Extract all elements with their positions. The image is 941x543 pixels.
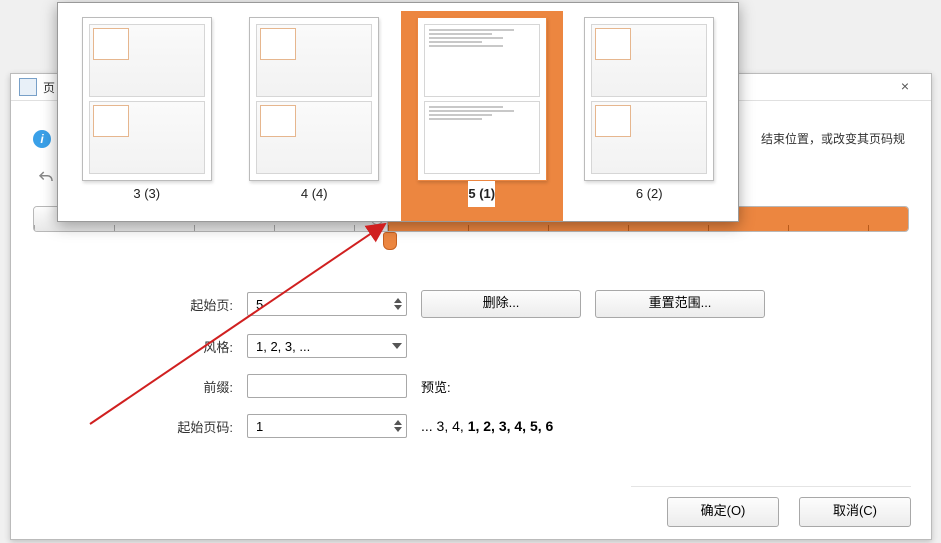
thumbnail-caption: 5 (1)	[468, 181, 495, 207]
start-number-value: 1	[256, 419, 263, 434]
thumbnail-item[interactable]: 4 (4)	[234, 11, 396, 221]
prefix-label: 前缀:	[33, 377, 233, 396]
prefix-input[interactable]	[247, 374, 407, 398]
ok-button[interactable]: 确定(O)	[667, 497, 779, 527]
thumbnail-row: 3 (3) 4 (4) 5 (1) 6 (2)	[58, 3, 738, 221]
cancel-button[interactable]: 取消(C)	[799, 497, 911, 527]
info-icon: i	[33, 130, 51, 148]
start-page-label: 起始页:	[33, 295, 233, 314]
thumbnail-popup: 3 (3) 4 (4) 5 (1) 6 (2)	[57, 2, 739, 222]
thumbnail-item[interactable]: 6 (2)	[569, 11, 731, 221]
thumbnail-page	[249, 17, 379, 181]
chevron-up-icon[interactable]	[394, 420, 402, 425]
preview-prefix-text: ... 3, 4,	[421, 418, 468, 434]
preview-label: 预览:	[421, 377, 581, 396]
chevron-down-icon[interactable]	[394, 305, 402, 310]
delete-button[interactable]: 删除...	[421, 290, 581, 318]
start-page-value: 5	[256, 297, 263, 312]
thumbnail-item[interactable]: 3 (3)	[66, 11, 228, 221]
start-number-input[interactable]: 1	[247, 414, 407, 438]
app-icon	[19, 78, 37, 96]
handle-pin-icon	[383, 232, 397, 250]
chevron-down-icon[interactable]	[392, 343, 402, 349]
style-combo[interactable]: 1, 2, 3, ...	[247, 334, 407, 358]
thumbnail-caption: 3 (3)	[133, 181, 160, 207]
style-value: 1, 2, 3, ...	[256, 339, 310, 354]
start-number-label: 起始页码:	[33, 417, 233, 436]
undo-icon[interactable]	[37, 169, 55, 187]
chevron-up-icon[interactable]	[394, 298, 402, 303]
thumbnail-caption: 6 (2)	[636, 181, 663, 207]
spinner-buttons[interactable]	[394, 420, 402, 432]
chevron-down-icon[interactable]	[394, 427, 402, 432]
reset-range-button[interactable]: 重置范围...	[595, 290, 765, 318]
spinner-buttons[interactable]	[394, 298, 402, 310]
style-label: 风格:	[33, 337, 233, 356]
preview-value: ... 3, 4, 1, 2, 3, 4, 5, 6	[421, 418, 765, 434]
thumbnail-page	[82, 17, 212, 181]
preview-bold-text: 1, 2, 3, 4, 5, 6	[468, 418, 554, 434]
thumbnail-caption: 4 (4)	[301, 181, 328, 207]
ruler-handle[interactable]	[383, 230, 397, 250]
thumbnail-item-selected[interactable]: 5 (1)	[401, 11, 563, 221]
start-page-input[interactable]: 5	[247, 292, 407, 316]
thumbnail-page	[584, 17, 714, 181]
thumbnail-page	[417, 17, 547, 181]
close-icon[interactable]: ×	[887, 78, 923, 96]
